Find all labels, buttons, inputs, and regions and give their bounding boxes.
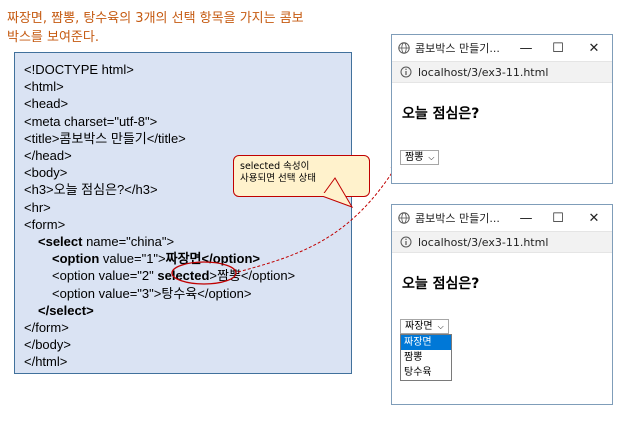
globe-icon <box>398 42 410 54</box>
title-bar: 콤보박스 만들기... — ☐ ✕ <box>392 35 612 61</box>
combo-value: 짬뽕 <box>405 151 424 163</box>
browser-window-top: 콤보박스 만들기... — ☐ ✕ localhost/3/ex3-11.htm… <box>391 34 613 184</box>
maximize-icon[interactable]: ☐ <box>544 35 572 61</box>
address-bar[interactable]: localhost/3/ex3-11.html <box>392 61 612 83</box>
minimize-icon[interactable]: — <box>512 35 540 61</box>
dropdown-option[interactable]: 탕수육 <box>401 365 451 380</box>
url-text[interactable]: localhost/3/ex3-11.html <box>418 236 548 249</box>
close-icon[interactable]: ✕ <box>580 205 608 231</box>
selected-highlight-ellipse <box>171 261 237 285</box>
browser-window-bottom: 콤보박스 만들기... — ☐ ✕ localhost/3/ex3-11.htm… <box>391 204 613 405</box>
chevron-down-icon: ⌵ <box>437 321 444 331</box>
info-icon[interactable] <box>400 66 412 78</box>
combo-dropdown-list: 짜장면 짬뽕 탕수육 <box>400 334 452 381</box>
callout-tail <box>321 177 354 208</box>
chevron-down-icon: ⌵ <box>428 152 435 162</box>
combo-value: 짜장면 <box>405 320 433 332</box>
combo-box[interactable]: 짜장면 ⌵ <box>400 319 449 334</box>
dropdown-option[interactable]: 짬뽕 <box>401 350 451 365</box>
page-heading: 오늘 점심은? <box>402 276 480 292</box>
close-icon[interactable]: ✕ <box>580 35 608 61</box>
info-icon[interactable] <box>400 236 412 248</box>
maximize-icon[interactable]: ☐ <box>544 205 572 231</box>
minimize-icon[interactable]: — <box>512 205 540 231</box>
page-heading: 오늘 점심은? <box>402 106 480 122</box>
address-bar[interactable]: localhost/3/ex3-11.html <box>392 231 612 253</box>
dropdown-option[interactable]: 짜장면 <box>401 335 451 350</box>
dashed-arrow <box>237 163 399 273</box>
combo-box[interactable]: 짬뽕 ⌵ <box>400 150 440 165</box>
callout-tail-cover <box>320 193 340 196</box>
title-bar: 콤보박스 만들기... — ☐ ✕ <box>392 205 612 231</box>
window-title: 콤보박스 만들기... <box>415 42 500 55</box>
globe-icon <box>398 212 410 224</box>
url-text[interactable]: localhost/3/ex3-11.html <box>418 66 548 79</box>
window-title: 콤보박스 만들기... <box>415 212 500 225</box>
